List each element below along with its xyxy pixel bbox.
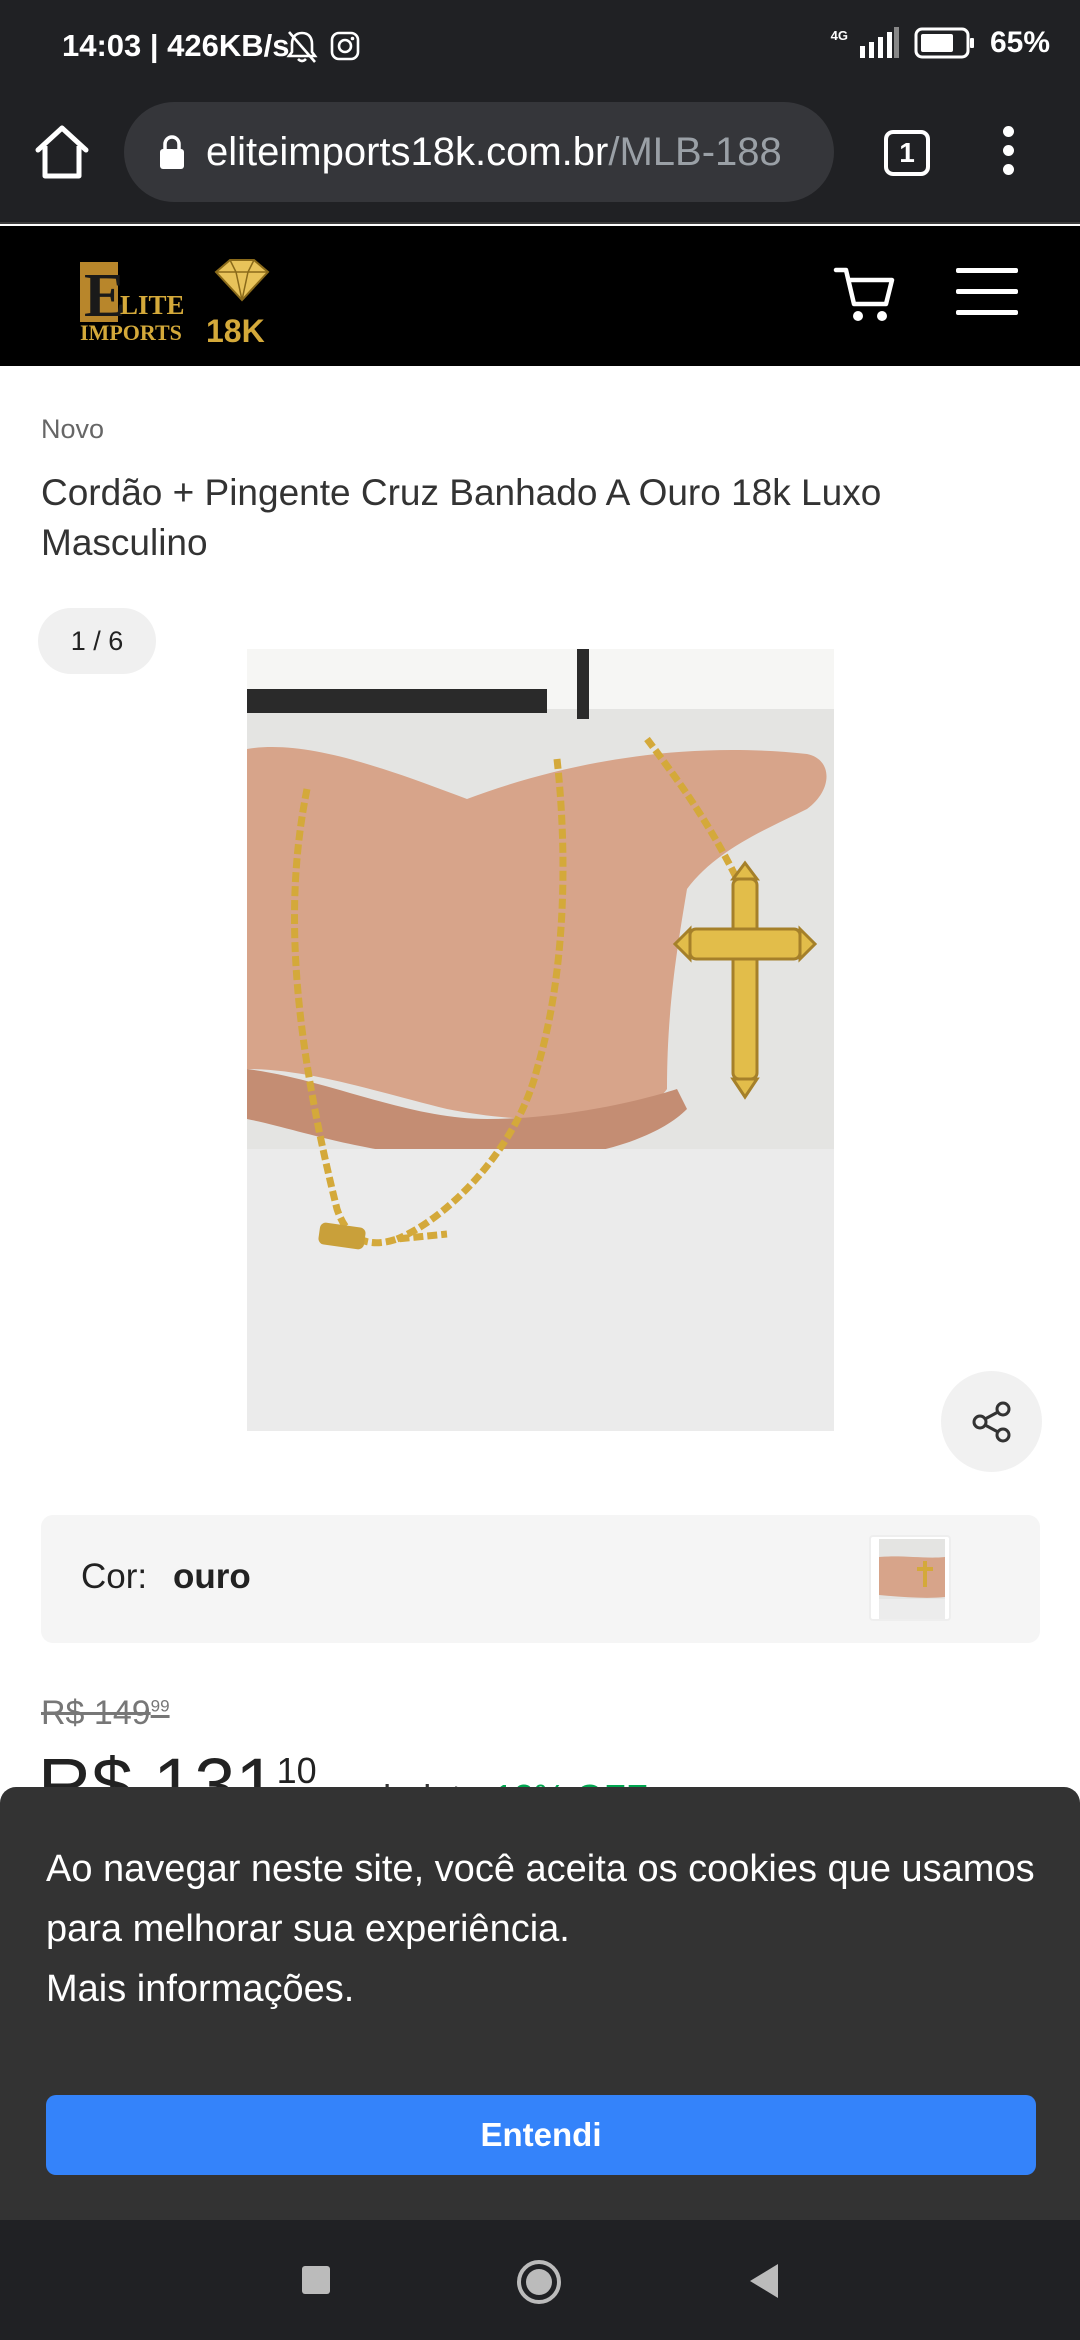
browser-toolbar: eliteimports18k.com.br/MLB-188 1 [0, 96, 1080, 224]
share-button[interactable] [941, 1371, 1042, 1472]
cookie-message: Ao navegar neste site, você aceita os co… [46, 1848, 1035, 1950]
tab-switcher-button[interactable]: 1 [884, 130, 930, 176]
logo-imports: IMPORTS [80, 320, 182, 344]
cookie-text: Ao navegar neste site, você aceita os co… [46, 1839, 1036, 2019]
hamburger-menu-icon[interactable] [956, 268, 1022, 318]
url-bar[interactable]: eliteimports18k.com.br/MLB-188 [124, 102, 834, 202]
share-icon [972, 1401, 1010, 1442]
url-text: eliteimports18k.com.br/MLB-188 [206, 130, 782, 175]
product-title: Cordão + Pingente Cruz Banhado A Ouro 18… [41, 472, 882, 563]
cookie-accept-button[interactable]: Entendi [46, 2095, 1036, 2175]
battery-icon [914, 27, 974, 59]
old-price-value: R$ 149 [41, 1694, 151, 1732]
back-icon[interactable] [746, 2262, 780, 2300]
home-icon[interactable] [30, 120, 94, 184]
current-price-cents: 10 [276, 1750, 317, 1791]
old-price: R$ 14999 [41, 1694, 170, 1733]
product-image[interactable] [247, 649, 834, 1431]
cookie-banner: Ao navegar neste site, você aceita os co… [0, 1787, 1080, 2220]
signal-icon [859, 27, 899, 58]
store-header: E LITE IMPORTS 18K [0, 226, 1080, 366]
product-condition: Novo [41, 414, 105, 444]
color-value: ouro [173, 1557, 251, 1596]
old-price-cents: 99 [150, 1696, 170, 1716]
status-bar: 14:03 | 426KB/s 4G 65% [0, 0, 1080, 96]
system-nav-bar [0, 2220, 1080, 2340]
instagram-icon [330, 31, 360, 61]
battery-level: 65% [989, 26, 1050, 59]
diamond-icon [214, 259, 270, 302]
url-path: /MLB-188 [608, 129, 782, 174]
status-time: 14:03 | 426KB/s [62, 28, 290, 63]
logo-lite: LITE [120, 290, 185, 320]
cookie-more-info-link[interactable]: Mais informações. [46, 1959, 1036, 2019]
more-vert-icon[interactable] [990, 126, 1026, 182]
bell-off-icon [286, 31, 318, 63]
home-circle-icon[interactable] [516, 2259, 562, 2305]
store-logo[interactable]: E LITE IMPORTS 18K [78, 254, 278, 344]
url-domain: eliteimports18k.com.br [206, 129, 609, 174]
recents-icon[interactable] [302, 2266, 330, 2294]
status-right: 4G 65% [827, 26, 1050, 60]
cart-icon[interactable] [832, 262, 898, 328]
color-option-thumbnail[interactable] [869, 1535, 951, 1621]
network-type: 4G [830, 27, 848, 43]
logo-18k: 18K [206, 313, 265, 344]
color-label: Cor: [81, 1557, 148, 1596]
lock-icon [160, 135, 184, 169]
image-counter: 1 / 6 [38, 608, 156, 674]
color-selector[interactable]: Cor: ouro [41, 1515, 1040, 1643]
